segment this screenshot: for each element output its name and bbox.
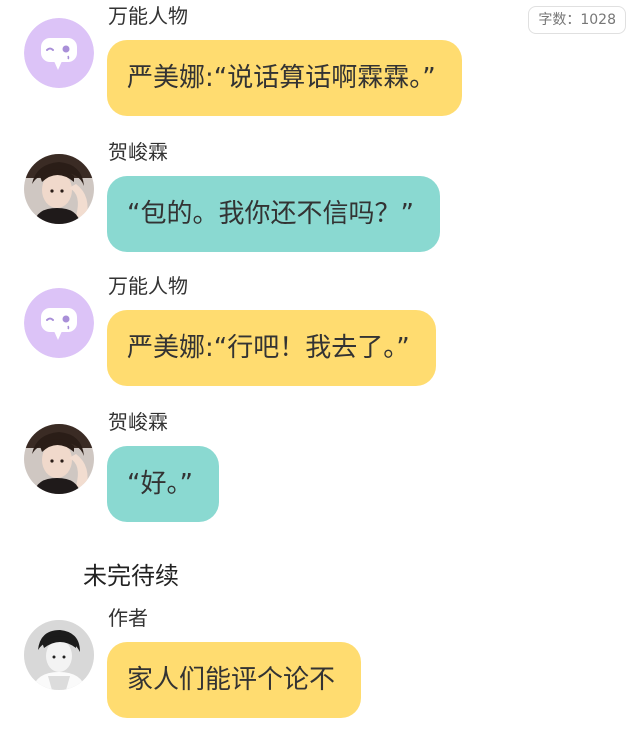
message-bubble[interactable]: 严美娜:“行吧！我去了。” <box>107 310 436 386</box>
sender-name: 贺峻霖 <box>108 410 168 434</box>
user-avatar[interactable] <box>24 154 94 224</box>
sender-name: 贺峻霖 <box>108 140 168 164</box>
word-count-badge: 字数：1028 <box>528 6 626 34</box>
message-bubble[interactable]: 严美娜:“说话算话啊霖霖。” <box>107 40 462 116</box>
sender-name: 作者 <box>108 606 148 630</box>
message-bubble[interactable]: “包的。我你还不信吗？” <box>107 176 440 252</box>
chat-bubble-wink-icon[interactable] <box>24 18 94 88</box>
author-avatar[interactable] <box>24 620 94 690</box>
message-bubble[interactable]: “好。” <box>107 446 219 522</box>
to-be-continued-text: 未完待续 <box>83 562 179 590</box>
chat-bubble-wink-icon[interactable] <box>24 288 94 358</box>
sender-name: 万能人物 <box>108 274 188 298</box>
sender-name: 万能人物 <box>108 4 188 28</box>
user-avatar[interactable] <box>24 424 94 494</box>
message-bubble[interactable]: 家人们能评个论不 <box>107 642 362 718</box>
